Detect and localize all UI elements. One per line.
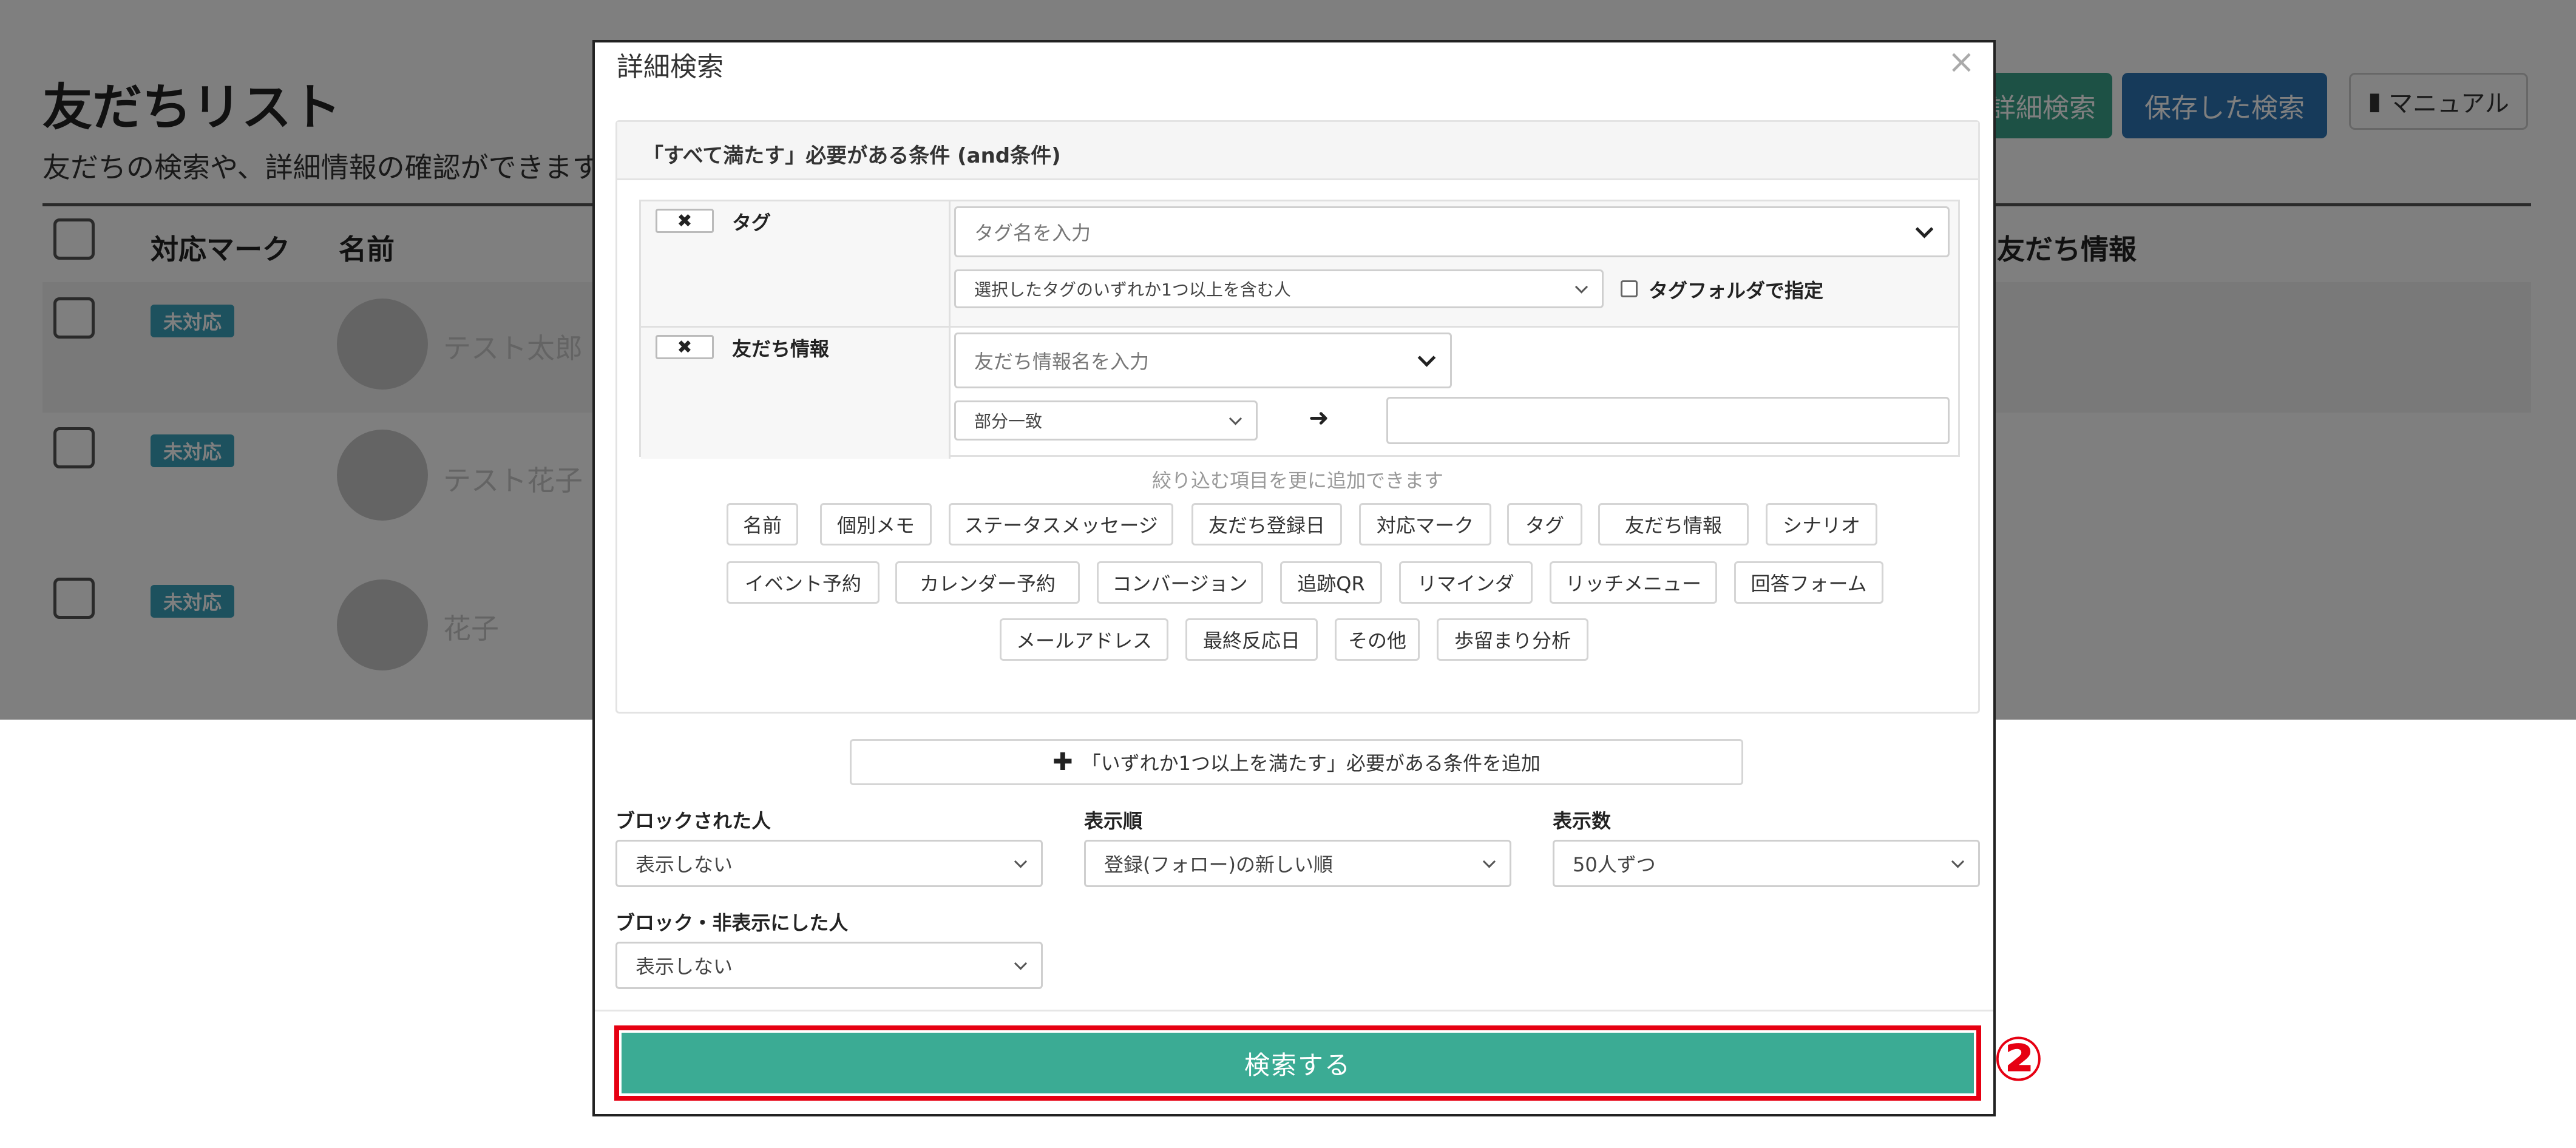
chip-status-message[interactable]: ステータスメッセージ bbox=[949, 503, 1173, 545]
chip-tag[interactable]: タグ bbox=[1507, 503, 1582, 545]
friend-info-name-input[interactable]: 友だち情報名を入力 bbox=[954, 333, 1452, 388]
tag-match-select[interactable]: 選択したタグのいずれか1つ以上を含む人 bbox=[954, 269, 1604, 308]
display-count-label: 表示数 bbox=[1553, 809, 1612, 832]
friend-info-value-input[interactable] bbox=[1386, 397, 1950, 444]
tag-folder-label: タグフォルダで指定 bbox=[1649, 279, 1824, 302]
chip-yield-analysis[interactable]: 歩留まり分析 bbox=[1437, 618, 1588, 661]
chip-friend-info[interactable]: 友だち情報 bbox=[1598, 503, 1749, 545]
chip-answer-form[interactable]: 回答フォーム bbox=[1734, 561, 1883, 604]
blocked-hidden-label: ブロック・非表示にした人 bbox=[615, 911, 849, 934]
display-count-value: 50人ずつ bbox=[1573, 853, 1656, 876]
condition-friend-info-label-cell: ✖ 友だち情報 bbox=[641, 328, 951, 459]
conditions-table: ✖ タグ タグ名を入力 選択したタグのいずれか1つ以上を含む人 タグフォルダで指… bbox=[639, 200, 1960, 459]
chip-last-reaction-date[interactable]: 最終反応日 bbox=[1185, 618, 1318, 661]
blocked-hidden-value: 表示しない bbox=[636, 955, 733, 978]
chip-tracking-qr[interactable]: 追跡QR bbox=[1280, 561, 1382, 604]
chip-name[interactable]: 名前 bbox=[727, 503, 798, 545]
chip-email[interactable]: メールアドレス bbox=[1000, 618, 1168, 661]
modal-title: 詳細検索 bbox=[617, 52, 724, 83]
and-conditions-panel: 「すべて満たす」必要がある条件 (and条件) ✖ タグ タグ名を入力 選択した… bbox=[615, 120, 1980, 714]
blocked-select[interactable]: 表示しない bbox=[615, 840, 1043, 887]
chip-rich-menu[interactable]: リッチメニュー bbox=[1550, 561, 1717, 604]
blocked-value: 表示しない bbox=[636, 853, 733, 876]
condition-friend-info-body: 友だち情報名を入力 部分一致 ➜ bbox=[951, 328, 1958, 459]
remove-tag-condition-button[interactable]: ✖ bbox=[656, 209, 714, 233]
condition-label-tag: タグ bbox=[732, 211, 771, 234]
detail-search-modal: 詳細検索 × 「すべて満たす」必要がある条件 (and条件) ✖ タグ タグ名を… bbox=[592, 40, 1996, 1116]
add-or-condition-label: 「いずれか1つ以上を満たす」必要がある条件を追加 bbox=[1081, 752, 1541, 775]
plus-icon: ✚ bbox=[1052, 748, 1073, 776]
display-order-select[interactable]: 登録(フォロー)の新しい順 bbox=[1084, 840, 1511, 887]
and-conditions-heading: 「すべて満たす」必要がある条件 (and条件) bbox=[617, 122, 1978, 180]
search-button[interactable]: 検索する bbox=[622, 1033, 1974, 1093]
blocked-label: ブロックされた人 bbox=[615, 809, 771, 832]
display-order-value: 登録(フォロー)の新しい順 bbox=[1104, 853, 1333, 876]
tag-match-value: 選択したタグのいずれか1つ以上を含む人 bbox=[974, 280, 1291, 300]
search-button-highlight: 検索する bbox=[614, 1025, 1981, 1101]
display-count-select[interactable]: 50人ずつ bbox=[1553, 840, 1980, 887]
condition-label-friend-info: 友だち情報 bbox=[732, 337, 830, 360]
modal-footer-divider bbox=[595, 1010, 1993, 1011]
chip-calendar-reservation[interactable]: カレンダー予約 bbox=[895, 561, 1080, 604]
step-number-annotation: ② bbox=[1993, 1024, 2044, 1095]
chip-response-mark[interactable]: 対応マーク bbox=[1359, 503, 1491, 545]
chip-event-reservation[interactable]: イベント予約 bbox=[727, 561, 880, 604]
close-icon[interactable]: × bbox=[1948, 42, 1975, 81]
blocked-hidden-select[interactable]: 表示しない bbox=[615, 942, 1043, 989]
add-filter-hint: 絞り込む項目を更に追加できます bbox=[1151, 469, 1443, 492]
tag-name-input[interactable]: タグ名を入力 bbox=[954, 206, 1950, 257]
friend-info-match-select[interactable]: 部分一致 bbox=[954, 400, 1258, 441]
arrow-right-icon: ➜ bbox=[1309, 404, 1329, 432]
friend-info-match-value: 部分一致 bbox=[974, 411, 1043, 431]
screen: 友だちリスト 友だちの検索や、詳細情報の確認ができます。 詳細検索 保存した検索… bbox=[0, 0, 2576, 1148]
condition-tag-label-cell: ✖ タグ bbox=[641, 201, 951, 328]
display-order-label: 表示順 bbox=[1084, 809, 1143, 832]
add-or-condition-button[interactable]: ✚ 「いずれか1つ以上を満たす」必要がある条件を追加 bbox=[850, 739, 1743, 785]
chip-memo[interactable]: 個別メモ bbox=[820, 503, 932, 545]
tag-name-placeholder: タグ名を入力 bbox=[974, 221, 1091, 245]
friend-info-name-placeholder: 友だち情報名を入力 bbox=[974, 350, 1150, 373]
tag-folder-checkbox[interactable] bbox=[1621, 280, 1638, 297]
chip-scenario[interactable]: シナリオ bbox=[1766, 503, 1877, 545]
chip-other[interactable]: その他 bbox=[1335, 618, 1420, 661]
condition-tag-body: タグ名を入力 選択したタグのいずれか1つ以上を含む人 タグフォルダで指定 bbox=[951, 201, 1958, 328]
chip-reminder[interactable]: リマインダ bbox=[1399, 561, 1533, 604]
remove-friend-info-condition-button[interactable]: ✖ bbox=[656, 335, 714, 359]
chip-registration-date[interactable]: 友だち登録日 bbox=[1191, 503, 1342, 545]
chip-conversion[interactable]: コンバージョン bbox=[1097, 561, 1263, 604]
